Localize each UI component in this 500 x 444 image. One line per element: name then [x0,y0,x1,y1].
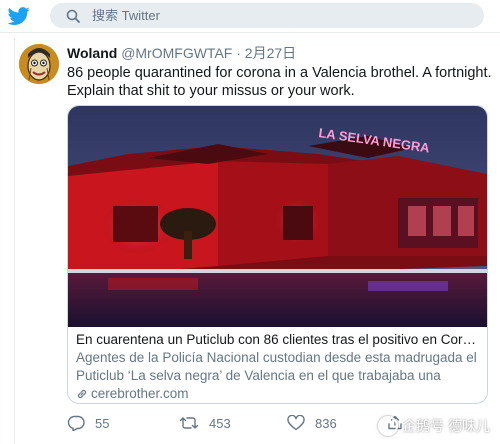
watermark: 企鹅号 德味儿 [378,416,490,436]
avatar-face-icon [19,44,59,84]
like-count: 836 [315,415,337,431]
card-image: LA SELVA NEGRA [68,106,487,327]
heart-icon [287,415,305,431]
reply-icon [67,415,85,431]
tweet-date[interactable]: 2月27日 [245,45,296,61]
link-icon [77,389,87,399]
retweet-button[interactable]: 453 [179,415,231,431]
card-domain: cerebrother.com [76,385,480,403]
card-domain-text: cerebrother.com [91,386,189,401]
reply-count: 55 [95,415,110,431]
card-title: En cuarentena un Puticlub con 86 cliente… [76,332,480,347]
link-card[interactable]: LA SELVA NEGRA En cuarentena un Puticlub… [67,105,488,404]
search-input[interactable] [92,6,462,25]
top-bar [0,0,500,33]
retweet-icon [179,417,199,429]
separator-dot: · [236,45,241,61]
like-button[interactable]: 836 [287,415,337,431]
author-name[interactable]: Woland [67,45,117,61]
card-description: Agentes de la Policía Nacional custodian… [76,350,477,383]
search-box[interactable] [50,3,484,28]
author-handle[interactable]: @MrOMFGWTAF [121,45,232,61]
search-icon [66,9,80,23]
card-body: En cuarentena un Puticlub con 86 cliente… [76,331,480,403]
tweet[interactable]: Woland @MrOMFGWTAF · 2月27日 86 people qua… [14,38,500,444]
tweet-text: 86 people quarantined for corona in a Va… [67,65,492,99]
watermark-logo-icon [378,416,399,436]
twitter-bird-icon[interactable] [8,5,30,27]
reply-button[interactable]: 55 [67,415,109,431]
retweet-count: 453 [209,415,231,431]
avatar[interactable] [19,44,59,84]
watermark-text: 企鹅号 德味儿 [402,418,490,434]
tweet-header: Woland @MrOMFGWTAF · 2月27日 [67,43,296,63]
